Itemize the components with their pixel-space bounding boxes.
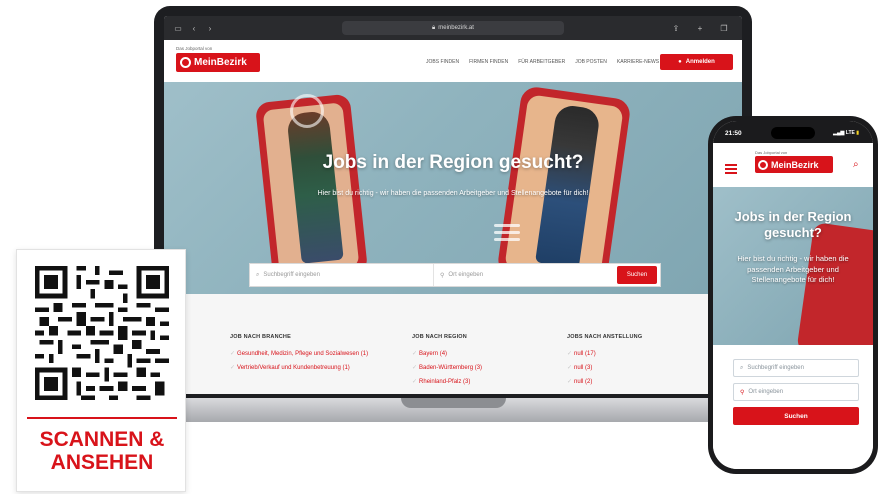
check-icon: ✓ xyxy=(567,365,573,371)
status-time: 21:50 xyxy=(725,130,742,137)
hero-subtitle: Hier bist du richtig - wir haben die pas… xyxy=(317,190,589,197)
check-icon: ✓ xyxy=(230,351,236,357)
lock-icon: 🔒︎ xyxy=(432,24,436,31)
hero-title: Jobs in der Region gesucht? xyxy=(322,152,584,173)
laptop-screen: ▭ ‹ › 🔒︎ meinbezirk.at ⇪ + ❐ Das Jobport… xyxy=(164,16,742,394)
anstellung-item[interactable]: ✓ null (2) xyxy=(567,378,727,386)
qr-code-icon xyxy=(35,266,169,400)
search-icon: ⌕ xyxy=(256,271,260,278)
qr-caption-line2: ANSEHEN xyxy=(50,451,154,474)
qr-card: SCANNEN & ANSEHEN xyxy=(16,249,186,492)
logo-mark-icon xyxy=(758,159,768,170)
phone-keyword-placeholder: Suchbegriff eingeben xyxy=(747,365,804,371)
check-icon: ✓ xyxy=(567,379,573,385)
check-icon: ✓ xyxy=(412,351,418,357)
signal-icon: ▂▄▆ xyxy=(833,130,846,136)
search-button[interactable]: Suchen xyxy=(617,266,657,284)
region-title: JOB NACH REGION xyxy=(412,334,467,340)
region-item[interactable]: ✓ Baden-Württemberg (3) xyxy=(412,364,572,372)
user-icon: ● xyxy=(678,59,682,65)
login-button[interactable]: ● Anmelden xyxy=(660,54,733,70)
phone-logo-text: MeinBezirk xyxy=(771,159,819,170)
back-icon[interactable]: ‹ xyxy=(188,22,200,34)
sidebar-toggle-icon[interactable]: ▭ xyxy=(172,22,184,34)
decorative-lines xyxy=(494,220,520,245)
nav-karriere-news[interactable]: KARRIERE-NEWS xyxy=(617,59,659,65)
phone-location-input[interactable]: ⚲ Ort eingeben xyxy=(733,383,859,401)
nav-fuer-arbeitgeber[interactable]: FÜR ARBEITGEBER xyxy=(518,59,565,65)
check-icon: ✓ xyxy=(412,379,418,385)
status-signal: ▂▄▆ LTE ▮ xyxy=(833,130,859,136)
phone-search-form: ⌕ Suchbegriff eingeben ⚲ Ort eingeben Su… xyxy=(713,345,873,469)
location-input[interactable]: ⚲ Ort eingeben xyxy=(433,264,617,286)
phone-keyword-input[interactable]: ⌕ Suchbegriff eingeben xyxy=(733,359,859,377)
nav-firmen-finden[interactable]: FIRMEN FINDEN xyxy=(469,59,508,65)
check-icon: ✓ xyxy=(412,365,418,371)
phone-location-placeholder: Ort eingeben xyxy=(748,389,784,395)
dynamic-island xyxy=(771,127,815,139)
phone-status-bar: 21:50 ▂▄▆ LTE ▮ xyxy=(713,121,873,143)
phone-hero: Jobs in der Region gesucht? Hier bist du… xyxy=(713,187,873,345)
new-tab-icon[interactable]: + xyxy=(694,22,706,34)
region-column: JOB NACH REGION ✓ Bayern (4) ✓ Baden-Württ… xyxy=(412,334,572,392)
branche-title: JOB NACH BRANCHE xyxy=(230,334,291,340)
product-mockup: ▭ ‹ › 🔒︎ meinbezirk.at ⇪ + ❐ Das Jobport… xyxy=(0,0,878,494)
laptop-notch xyxy=(401,398,506,408)
qr-caption: SCANNEN & ANSEHEN xyxy=(17,428,187,474)
phone-logo-tagline: Das Jobportal von xyxy=(755,150,788,155)
logo-mark-icon xyxy=(180,57,191,68)
phone-hero-title: Jobs in der Region gesucht? xyxy=(734,209,852,240)
tabs-overview-icon[interactable]: ❐ xyxy=(718,22,730,34)
check-icon: ✓ xyxy=(567,351,573,357)
keyword-placeholder: Suchbegriff eingeben xyxy=(263,272,320,278)
search-bar: ⌕ Suchbegriff eingeben ⚲ Ort eingeben Su… xyxy=(249,263,661,287)
phone-screen: 21:50 ▂▄▆ LTE ▮ Das Jobportal von MeinBe… xyxy=(713,121,873,469)
location-pin-icon: ⚲ xyxy=(740,389,745,396)
phone-header: Das Jobportal von MeinBezirk ⌕ xyxy=(713,143,873,187)
anstellung-item[interactable]: ✓ null (3) xyxy=(567,364,727,372)
anstellung-item[interactable]: ✓ null (17) xyxy=(567,350,727,358)
region-item[interactable]: ✓ Rheinland-Pfalz (3) xyxy=(412,378,572,386)
main-nav: JOBS FINDEN FIRMEN FINDEN FÜR ARBEITGEBE… xyxy=(426,59,659,65)
branche-item[interactable]: ✓ Vertrieb/Verkauf und Kundenbetreuung (1… xyxy=(230,364,390,372)
forward-icon[interactable]: › xyxy=(204,22,216,34)
search-icon[interactable]: ⌕ xyxy=(853,159,859,170)
site-logo[interactable]: MeinBezirk xyxy=(176,53,260,72)
phone-site-logo[interactable]: MeinBezirk xyxy=(755,156,833,173)
phone-hero-subtitle: Hier bist du richtig - wir haben die pas… xyxy=(737,254,849,284)
job-categories: JOB NACH BRANCHE ✓ Gesundheit, Medizin, P… xyxy=(164,294,742,394)
share-icon[interactable]: ⇪ xyxy=(670,22,682,34)
logo-text: MeinBezirk xyxy=(194,57,247,68)
branche-column: JOB NACH BRANCHE ✓ Gesundheit, Medizin, P… xyxy=(230,334,390,378)
anstellung-title: JOBS NACH ANSTELLUNG xyxy=(567,334,643,340)
nav-jobs-finden[interactable]: JOBS FINDEN xyxy=(426,59,459,65)
nav-job-posten[interactable]: JOB POSTEN xyxy=(575,59,607,65)
check-icon: ✓ xyxy=(230,365,236,371)
address-text: meinbezirk.at xyxy=(438,25,474,31)
keyword-input[interactable]: ⌕ Suchbegriff eingeben xyxy=(250,264,433,286)
login-label: Anmelden xyxy=(685,59,715,65)
phone-search-button[interactable]: Suchen xyxy=(733,407,859,425)
browser-toolbar: ▭ ‹ › 🔒︎ meinbezirk.at ⇪ + ❐ xyxy=(164,16,742,40)
anstellung-column: JOBS NACH ANSTELLUNG ✓ null (17) ✓ null (3… xyxy=(567,334,727,392)
location-placeholder: Ort eingeben xyxy=(448,272,484,278)
battery-icon: ▮ xyxy=(856,130,859,136)
address-bar[interactable]: 🔒︎ meinbezirk.at xyxy=(342,21,564,35)
qr-divider xyxy=(27,417,177,419)
logo-tagline: Das Jobportal von xyxy=(176,46,213,51)
branche-item[interactable]: ✓ Gesundheit, Medizin, Pflege und Sozialw… xyxy=(230,350,390,358)
site-header: Das Jobportal von MeinBezirk JOBS FINDEN… xyxy=(164,40,742,82)
qr-caption-line1: SCANNEN & xyxy=(39,428,165,451)
region-item[interactable]: ✓ Bayern (4) xyxy=(412,350,572,358)
menu-icon[interactable] xyxy=(725,164,737,176)
location-pin-icon: ⚲ xyxy=(440,272,445,279)
check-circle-icon xyxy=(290,94,324,128)
search-icon: ⌕ xyxy=(740,364,744,371)
